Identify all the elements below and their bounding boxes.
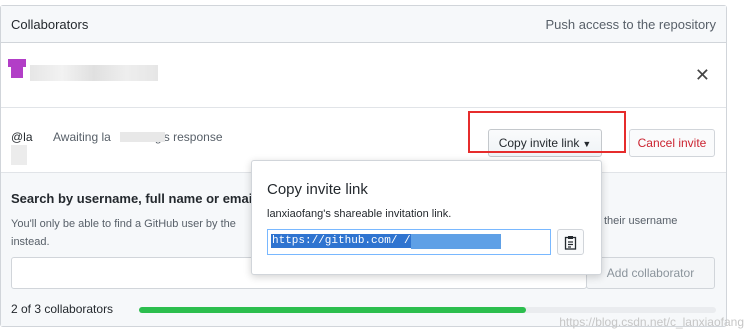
copy-invite-link-button[interactable]: Copy invite link ▼ xyxy=(488,129,602,157)
invite-link-field[interactable]: https://github.com/ /invit xyxy=(267,229,551,255)
clipboard-icon xyxy=(564,236,577,250)
redacted-link-part xyxy=(411,234,501,249)
copy-invite-link-label: Copy invite link xyxy=(498,136,580,150)
popover-title: Copy invite link xyxy=(267,181,368,198)
search-description-line1: You'll only be able to find a GitHub use… xyxy=(11,218,236,230)
cancel-invite-button[interactable]: Cancel invite xyxy=(629,129,715,157)
collaborator-row: ✕ xyxy=(1,43,726,108)
panel-title: Collaborators xyxy=(11,17,89,32)
collaborator-progress xyxy=(139,307,716,313)
panel-hint: Push access to the repository xyxy=(545,17,716,32)
panel-header: Collaborators Push access to the reposit… xyxy=(1,6,726,43)
copy-to-clipboard-button[interactable] xyxy=(557,229,584,255)
redacted-avatar xyxy=(11,145,27,165)
invitee-handle: @la xyxy=(11,130,33,144)
search-description-line2: instead. xyxy=(11,236,50,248)
invite-status-text: Awaiting la xyxy=(53,130,111,144)
avatar xyxy=(8,59,26,78)
search-title: Search by username, full name or emai xyxy=(11,191,253,206)
watermark: https://blog.csdn.net/c_lanxiaofang xyxy=(559,315,744,329)
redacted-name xyxy=(120,132,165,142)
add-collaborator-button[interactable]: Add collaborator xyxy=(586,257,715,289)
collaborator-count: 2 of 3 collaborators xyxy=(11,302,114,316)
popover-description: lanxiaofang's shareable invitation link. xyxy=(267,208,452,220)
search-description: You'll only be able to find a GitHub use… xyxy=(11,215,271,251)
close-icon[interactable]: ✕ xyxy=(695,65,710,86)
collaborator-progress-fill xyxy=(139,307,526,313)
search-description-tail: their username xyxy=(604,215,678,227)
redacted-username xyxy=(30,65,158,81)
copy-invite-link-popover: Copy invite link lanxiaofang's shareable… xyxy=(251,160,602,275)
caret-down-icon: ▼ xyxy=(582,139,592,149)
